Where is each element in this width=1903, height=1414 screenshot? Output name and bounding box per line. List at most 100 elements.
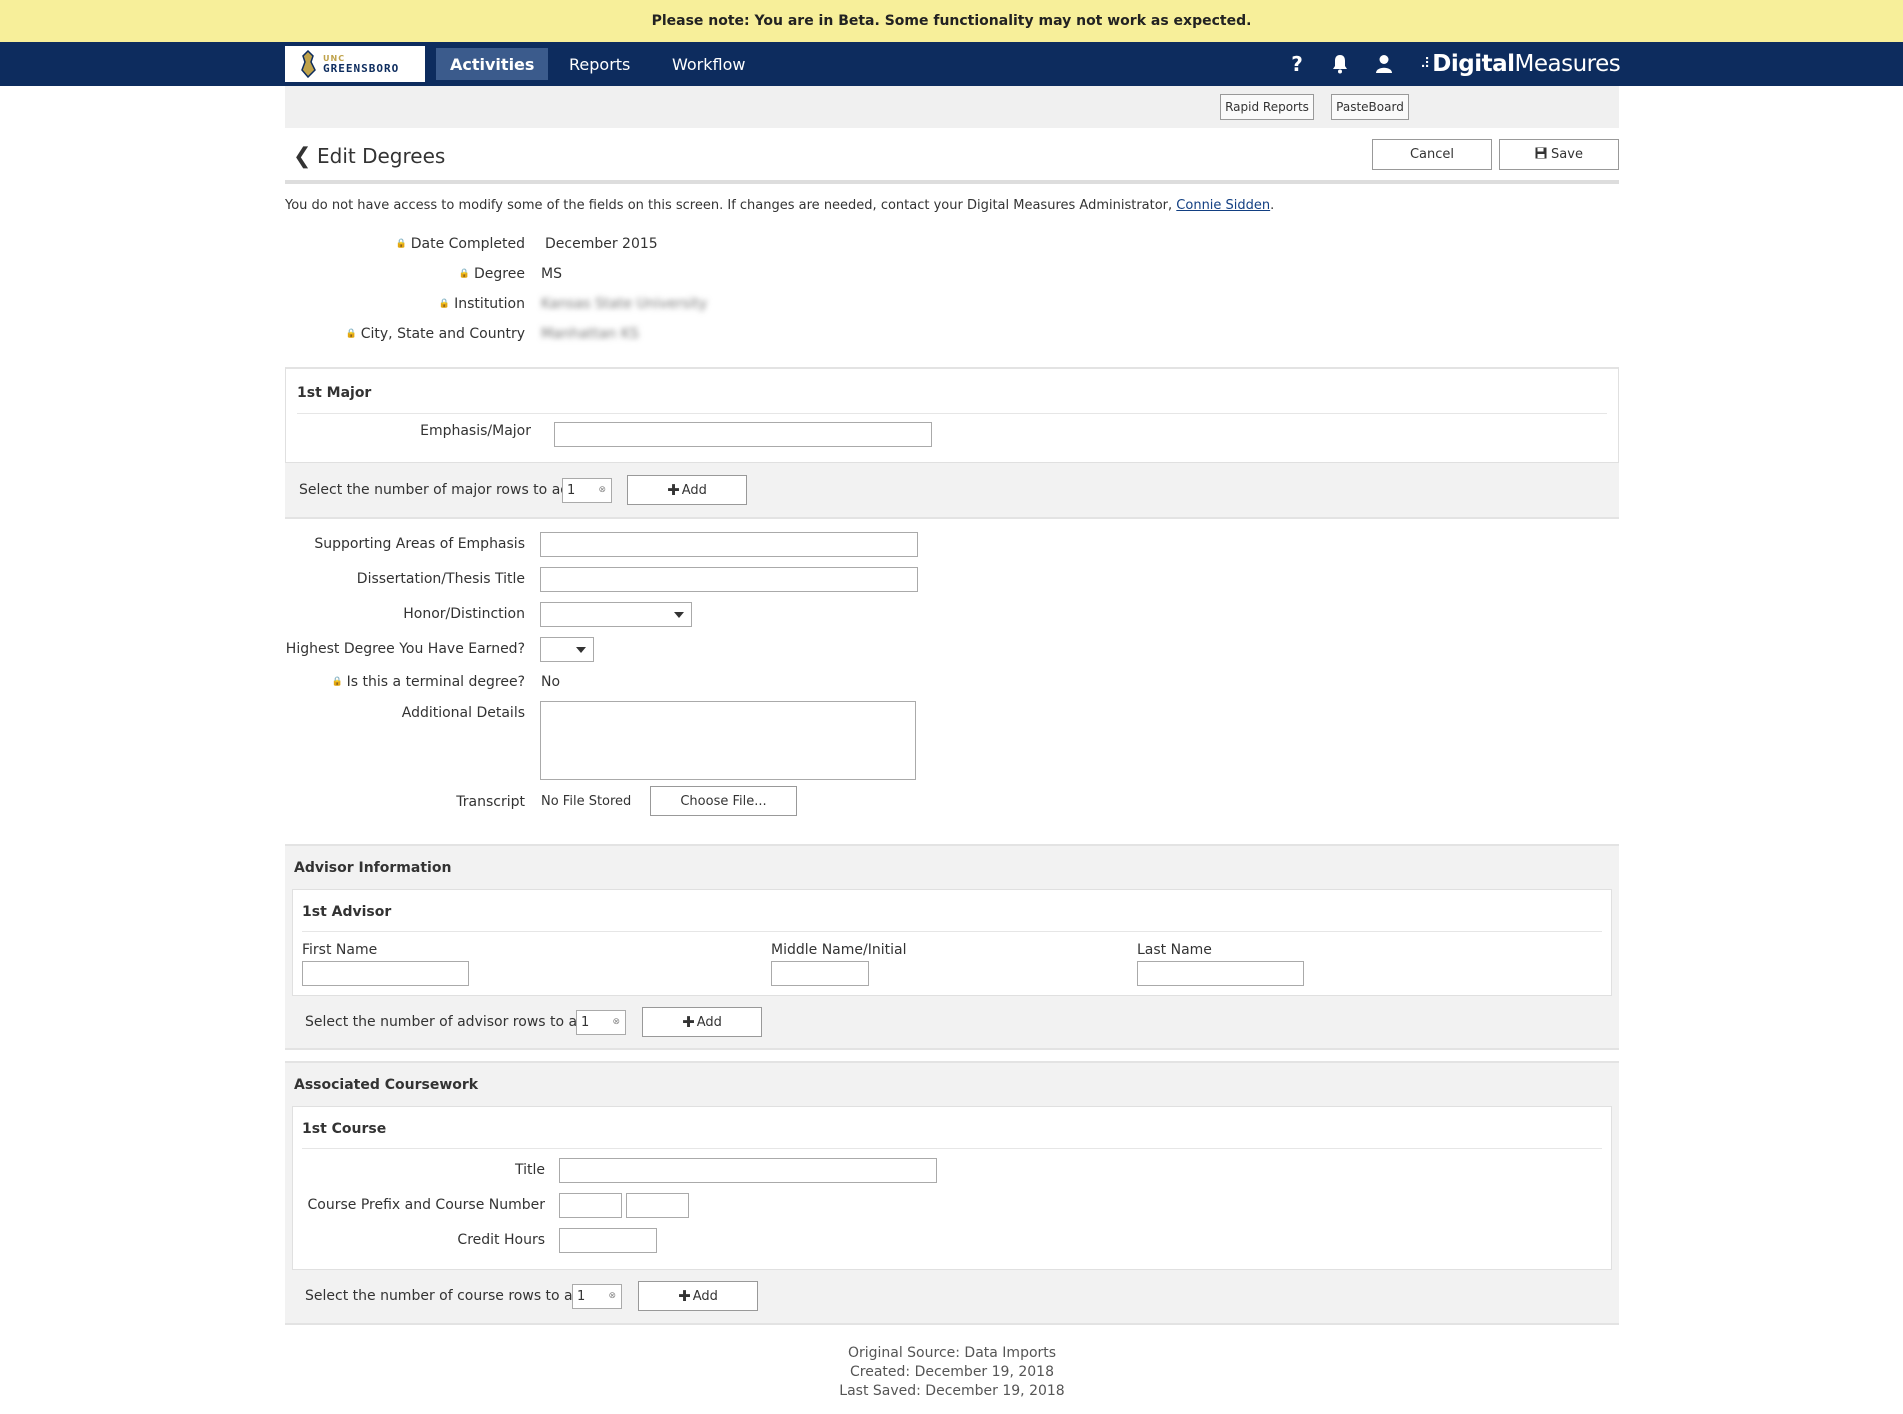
pasteboard-button[interactable]: PasteBoard [1331,94,1409,120]
add-advisor-rows-button[interactable]: ✚ Add [642,1007,762,1037]
help-icon[interactable]: ? [1285,52,1309,76]
access-notice-end: . [1270,198,1275,213]
plus-icon: ✚ [682,1013,695,1031]
first-name-label: First Name [302,942,378,958]
degree-value: MS [541,266,562,282]
chevron-down-icon [674,612,684,618]
last-name-label: Last Name [1137,942,1212,958]
major-section-title: 1st Major [297,385,372,401]
user-icon[interactable] [1372,52,1396,76]
highest-degree-label: Highest Degree You Have Earned? [285,641,525,657]
save-button[interactable]: Save [1499,139,1619,170]
emphasis-major-input[interactable] [554,422,932,447]
advisor-subsection: 1st Advisor First Name Middle Name/Initi… [292,889,1612,996]
nav-reports[interactable]: Reports [555,48,644,80]
additional-details-textarea[interactable] [540,701,916,780]
course-prefix-input[interactable] [559,1193,622,1218]
uncg-logo[interactable]: UNC GREENSBORO [285,46,425,82]
course-rows-input[interactable]: 1 ⊗ [572,1284,622,1309]
course-prefix-label: Course Prefix and Course Number [307,1197,546,1213]
nav-workflow[interactable]: Workflow [658,48,759,80]
lock-icon: 🔒 [458,269,471,279]
admin-contact-link[interactable]: Connie Sidden [1176,198,1270,213]
nav-activities[interactable]: Activities [436,48,549,80]
chevron-down-icon [576,647,586,653]
spartan-logo-icon [301,50,316,78]
divider [297,413,1607,414]
course-subsection-title: 1st Course [302,1121,387,1137]
last-name-input[interactable] [1137,961,1304,986]
transcript-value: No File Stored [541,794,632,809]
credit-hours-input[interactable] [559,1228,657,1253]
plus-icon: ✚ [678,1287,691,1305]
advisor-section-title: Advisor Information [294,860,452,876]
advisor-section: Advisor Information 1st Advisor First Na… [285,844,1619,1050]
major-rows-input[interactable]: 1 ⊗ [562,478,612,503]
middle-name-label: Middle Name/Initial [771,942,907,958]
honor-distinction-select[interactable] [540,602,692,627]
digital-measures-logo: ⠼ Digital Measures [1420,51,1621,77]
toolbar-strip: Rapid Reports PasteBoard [285,86,1619,128]
floppy-disk-icon [1535,147,1547,163]
clear-icon[interactable]: ⊗ [608,1291,616,1301]
dissertation-title-label: Dissertation/Thesis Title [356,571,525,587]
advisor-rows-label: Select the number of advisor rows to add… [305,1014,600,1030]
rapid-reports-button[interactable]: Rapid Reports [1220,94,1314,120]
add-major-rows-button[interactable]: ✚ Add [627,475,747,505]
date-completed-label: 🔒 Date Completed [395,236,526,252]
beta-banner-text: Please note: You are in Beta. Some funct… [651,13,1252,29]
lock-icon: 🔒 [395,239,407,249]
degree-label: 🔒 Degree [458,266,525,282]
institution-label: 🔒 Institution [438,296,525,312]
first-name-input[interactable] [302,961,469,986]
lock-icon: 🔒 [438,299,451,309]
date-completed-value: December 2015 [545,236,658,252]
clear-icon[interactable]: ⊗ [598,485,606,495]
supporting-areas-label: Supporting Areas of Emphasis [314,536,525,552]
additional-details-label: Additional Details [401,705,525,721]
major-rows-bar: Select the number of major rows to add: … [285,463,1619,519]
course-title-label: Title [514,1162,545,1178]
original-source-text: Original Source: Data Imports [847,1345,1057,1361]
emphasis-major-label: Emphasis/Major [420,423,531,439]
plus-icon: ✚ [667,481,680,499]
add-course-rows-button[interactable]: ✚ Add [638,1281,758,1311]
lock-icon: 🔒 [345,329,357,339]
city-state-country-label: 🔒 City, State and Country [345,326,525,342]
highest-degree-select[interactable] [540,637,594,662]
transcript-label: Transcript [456,794,525,810]
created-date-text: Created: December 19, 2018 [850,1364,1054,1380]
top-navigation: UNC GREENSBORO Activities Reports Workfl… [0,42,1903,86]
dm-brand-suffix: Measures [1514,51,1621,77]
choose-file-button[interactable]: Choose File... [650,786,797,816]
dm-brand-prefix: Digital [1432,51,1515,77]
last-saved-text: Last Saved: December 19, 2018 [839,1383,1065,1399]
supporting-areas-input[interactable] [540,532,918,557]
dissertation-title-input[interactable] [540,567,918,592]
save-button-label: Save [1551,147,1583,162]
terminal-degree-value: No [541,674,561,690]
lock-icon: 🔒 [331,677,343,687]
back-chevron-icon[interactable]: ❮ [293,144,311,169]
course-rows-label: Select the number of course rows to add: [305,1288,596,1304]
terminal-degree-label: 🔒 Is this a terminal degree? [331,674,525,690]
course-title-input[interactable] [559,1158,937,1183]
advisor-rows-input[interactable]: 1 ⊗ [576,1010,626,1035]
course-subsection: 1st Course Title Course Prefix and Cours… [292,1106,1612,1270]
major-rows-label: Select the number of major rows to add: [299,482,583,498]
access-notice: You do not have access to modify some of… [285,198,1274,213]
logo-greensboro-text: GREENSBORO [323,61,400,75]
beta-banner: Please note: You are in Beta. Some funct… [0,0,1903,42]
city-state-country-value: Manhattan KS [541,326,639,342]
divider [302,931,1602,932]
middle-name-input[interactable] [771,961,869,986]
cancel-button[interactable]: Cancel [1372,139,1492,170]
coursework-section-title: Associated Coursework [294,1077,479,1093]
clear-icon[interactable]: ⊗ [612,1017,620,1027]
bell-icon[interactable] [1328,52,1352,76]
dm-dots-icon: ⠼ [1420,56,1430,72]
course-number-input[interactable] [626,1193,689,1218]
major-section: 1st Major Emphasis/Major [285,367,1619,463]
institution-value: Kansas State University [541,296,708,312]
coursework-section: Associated Coursework 1st Course Title C… [285,1061,1619,1325]
